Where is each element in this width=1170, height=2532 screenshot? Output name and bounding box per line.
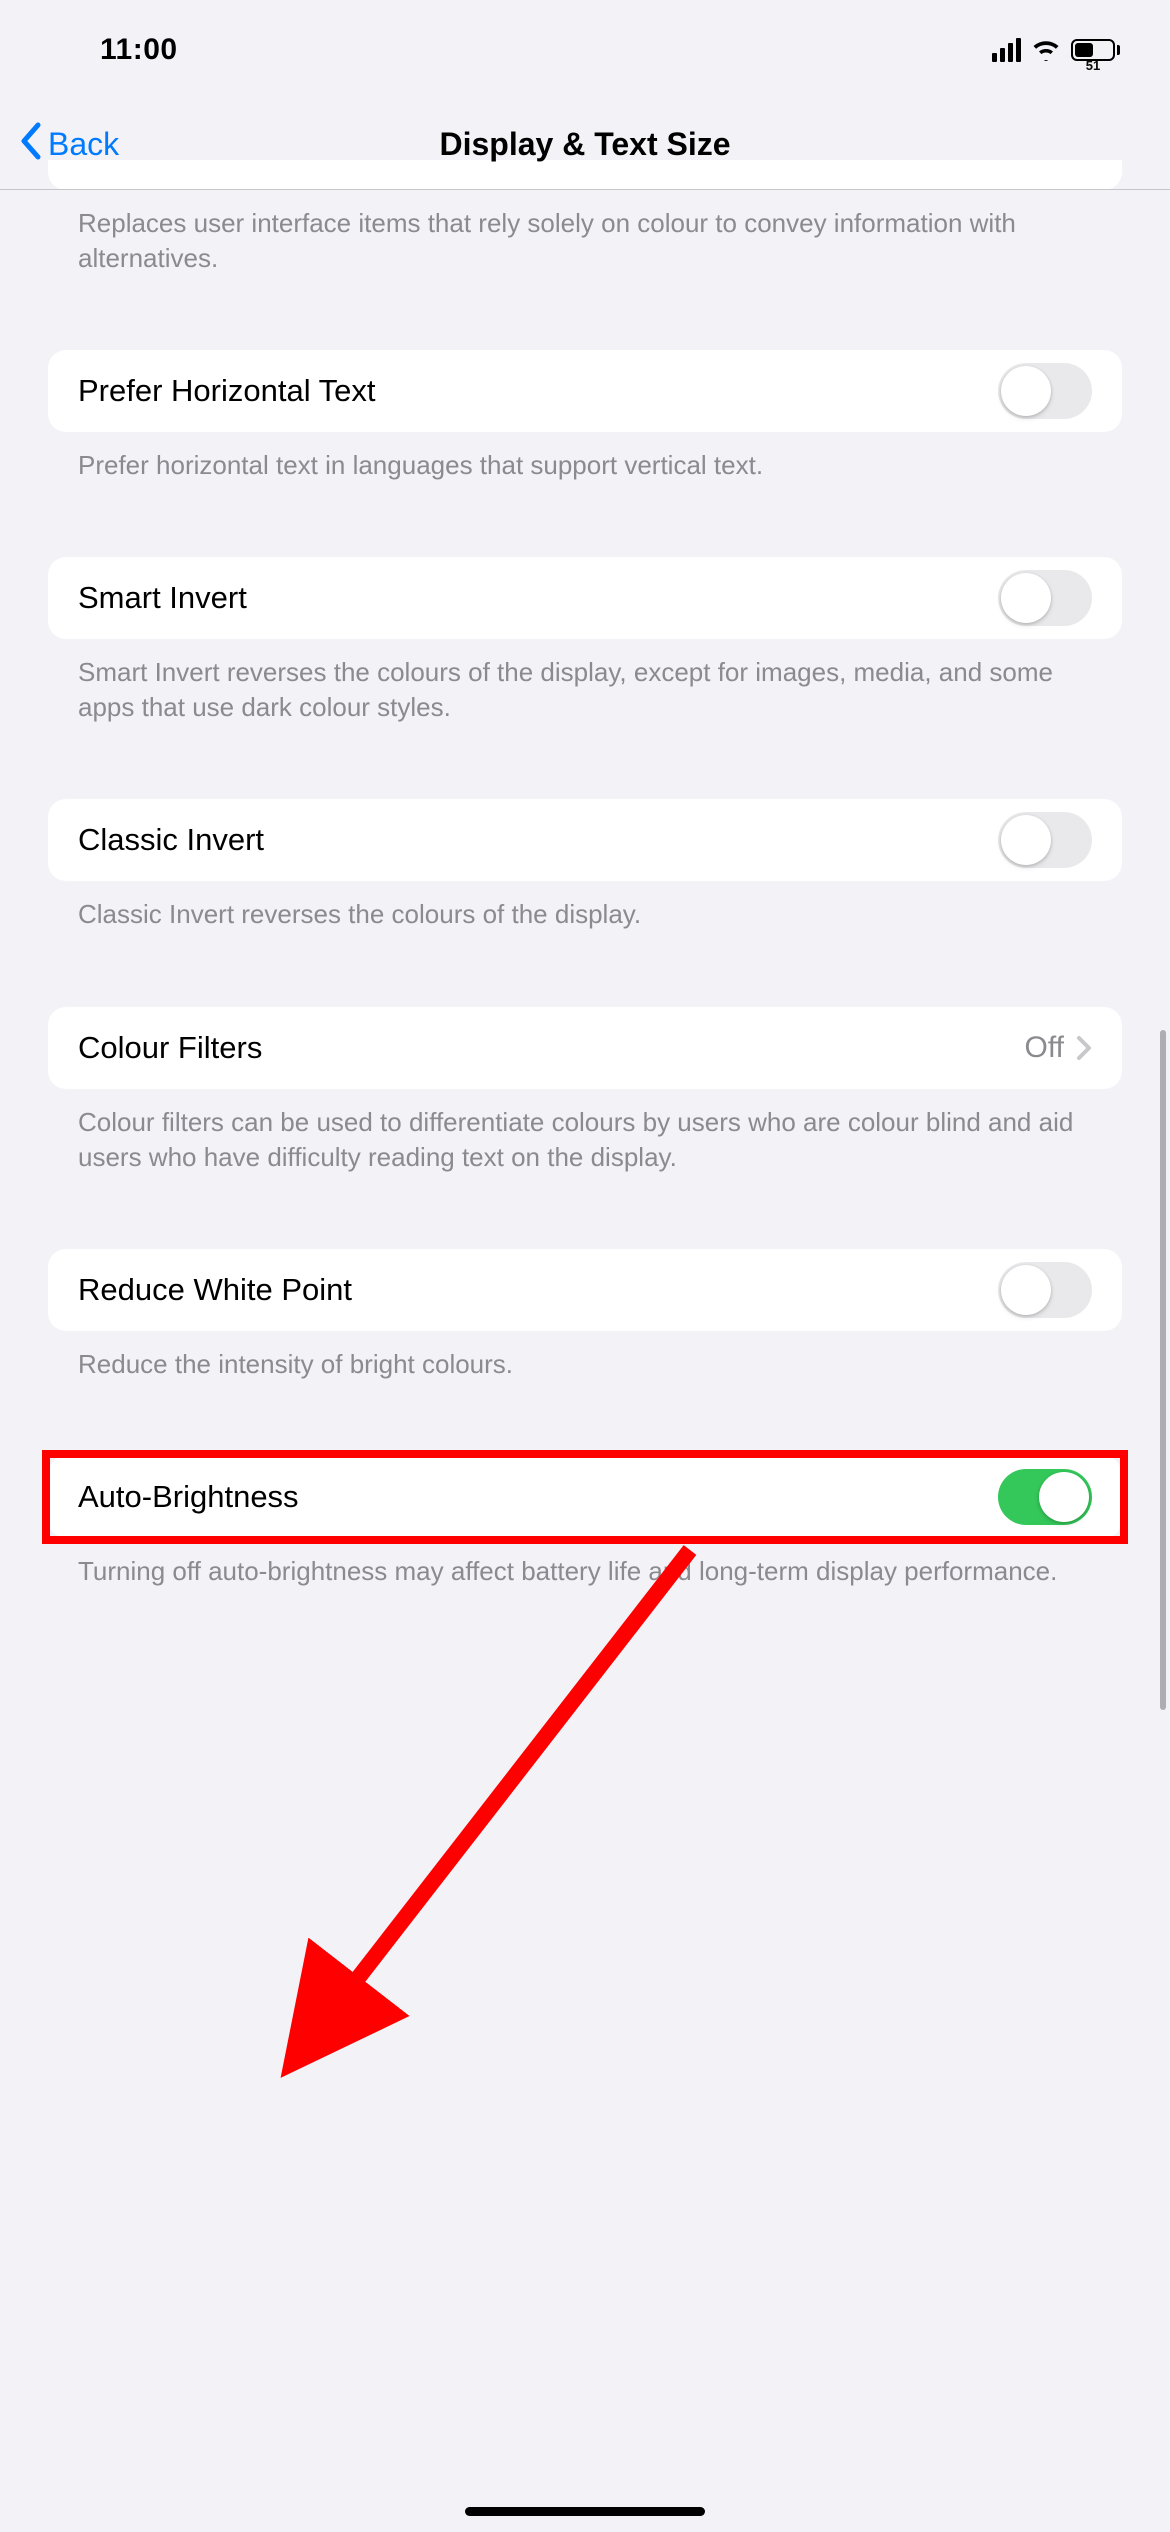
row-label: Reduce White Point	[78, 1272, 352, 1308]
content-area: Replaces user interface items that rely …	[0, 160, 1170, 1589]
row-label: Auto-Brightness	[78, 1479, 299, 1515]
row-smart-invert[interactable]: Smart Invert	[48, 557, 1122, 639]
row-prefer-horizontal-text[interactable]: Prefer Horizontal Text	[48, 350, 1122, 432]
clipped-row-footer: Replaces user interface items that rely …	[48, 190, 1122, 276]
row-footer: Smart Invert reverses the colours of the…	[48, 639, 1122, 725]
row-label: Prefer Horizontal Text	[78, 373, 376, 409]
group-colour-filters: Colour Filters Off Colour filters can be…	[48, 1007, 1122, 1175]
back-button[interactable]: Back	[18, 122, 119, 167]
back-label: Back	[48, 126, 119, 163]
chevron-right-icon	[1076, 1035, 1092, 1061]
row-reduce-white-point[interactable]: Reduce White Point	[48, 1249, 1122, 1331]
row-footer: Turning off auto-brightness may affect b…	[48, 1538, 1122, 1589]
group-classic-invert: Classic Invert Classic Invert reverses t…	[48, 799, 1122, 932]
row-label: Classic Invert	[78, 822, 264, 858]
status-icons: 51	[992, 38, 1120, 62]
row-footer: Classic Invert reverses the colours of t…	[48, 881, 1122, 932]
row-label: Smart Invert	[78, 580, 247, 616]
toggle-prefer-horizontal-text[interactable]	[998, 363, 1092, 419]
row-footer: Prefer horizontal text in languages that…	[48, 432, 1122, 483]
group-smart-invert: Smart Invert Smart Invert reverses the c…	[48, 557, 1122, 725]
navigation-bar: Back Display & Text Size	[0, 100, 1170, 190]
group-auto-brightness: Auto-Brightness Turning off auto-brightn…	[48, 1456, 1122, 1589]
battery-percent: 51	[1073, 57, 1113, 75]
row-label: Colour Filters	[78, 1030, 262, 1066]
wifi-icon	[1031, 39, 1061, 61]
group-prefer-horizontal-text: Prefer Horizontal Text Prefer horizontal…	[48, 350, 1122, 483]
status-time: 11:00	[100, 33, 178, 67]
row-footer: Colour filters can be used to differenti…	[48, 1089, 1122, 1175]
chevron-left-icon	[18, 122, 42, 167]
row-auto-brightness[interactable]: Auto-Brightness	[48, 1456, 1122, 1538]
row-value: Off	[1025, 1031, 1064, 1065]
page-title: Display & Text Size	[439, 126, 730, 163]
toggle-smart-invert[interactable]	[998, 570, 1092, 626]
toggle-reduce-white-point[interactable]	[998, 1262, 1092, 1318]
row-footer: Reduce the intensity of bright colours.	[48, 1331, 1122, 1382]
toggle-auto-brightness[interactable]	[998, 1469, 1092, 1525]
cellular-icon	[992, 38, 1021, 62]
row-colour-filters[interactable]: Colour Filters Off	[48, 1007, 1122, 1089]
toggle-classic-invert[interactable]	[998, 812, 1092, 868]
home-indicator	[465, 2507, 705, 2516]
battery-icon: 51	[1071, 39, 1120, 61]
status-bar: 11:00 51	[0, 0, 1170, 100]
annotation-arrow-icon	[250, 1530, 710, 2090]
row-classic-invert[interactable]: Classic Invert	[48, 799, 1122, 881]
group-reduce-white-point: Reduce White Point Reduce the intensity …	[48, 1249, 1122, 1382]
scroll-indicator[interactable]	[1160, 1030, 1166, 1710]
